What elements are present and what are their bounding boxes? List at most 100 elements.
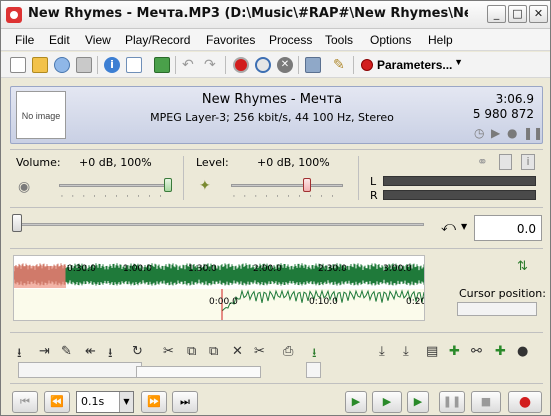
speed-select[interactable]: 0.1s ▼ — [76, 391, 134, 413]
record-dot-icon — [361, 59, 373, 71]
add-icon[interactable]: ✚ — [449, 344, 460, 359]
toolbar-separator — [97, 56, 98, 74]
volume-slider[interactable] — [59, 184, 171, 187]
open-folder-icon[interactable] — [32, 57, 48, 73]
loop-icon[interactable]: ⤺ — [441, 219, 456, 235]
menu-options[interactable]: Options — [370, 33, 411, 47]
refresh-icon[interactable]: ↻ — [132, 344, 143, 359]
trim-icon[interactable]: ✂ — [254, 344, 265, 359]
speaker-icon[interactable]: ◉ — [18, 179, 30, 195]
redo-icon[interactable]: ↷ — [204, 57, 220, 73]
waveform-view[interactable]: 0:30.0 1:00.0 1:30.0 2:00.0 2:30.0 3:00.0 0:0… — [13, 255, 425, 321]
menu-process[interactable]: Process — [269, 33, 312, 47]
close-button[interactable]: ✕ — [529, 5, 548, 23]
menu-favorites[interactable]: Favorites — [206, 33, 255, 47]
level-value: +0 dB, 100% — [257, 156, 330, 169]
cursor-position-field — [457, 302, 537, 316]
record-icon[interactable] — [233, 57, 249, 73]
split-icon[interactable]: ⤓ — [403, 344, 409, 359]
menu-play-record[interactable]: Play/Record — [125, 33, 190, 47]
divider — [10, 332, 543, 333]
toolbar-separator — [225, 56, 226, 74]
parameters-button[interactable]: Parameters... ▼ — [355, 55, 467, 75]
mixer-icon[interactable] — [499, 154, 512, 170]
main-window: New Rhymes - Мечта.MP3 (D:\Music\#RAP#\N… — [0, 0, 551, 416]
save-icon[interactable] — [76, 57, 92, 73]
mix-icon[interactable]: ⤓ — [379, 344, 385, 359]
position-slider[interactable] — [16, 223, 424, 226]
divider — [358, 156, 359, 200]
volume-value: +0 dB, 100% — [79, 156, 152, 169]
maximize-button[interactable]: □ — [508, 5, 527, 23]
zoom-ruler-label: 0:20 — [406, 297, 425, 307]
go-to-start-button[interactable]: ⏮ — [12, 391, 38, 413]
magic-wand-icon[interactable]: ✦ — [199, 178, 211, 194]
waveform-settings-icon[interactable]: ⇅ — [517, 259, 528, 274]
settings-icon[interactable] — [305, 57, 321, 73]
album-art[interactable]: No image — [16, 91, 66, 139]
volume-slider-thumb[interactable] — [164, 178, 172, 192]
print-icon[interactable]: ⎙ — [283, 344, 293, 359]
stop-icon[interactable]: ✕ — [277, 57, 293, 73]
cursor-position-label: Cursor position: — [459, 287, 546, 300]
record-point-icon[interactable]: ● — [517, 344, 528, 359]
app-icon[interactable] — [6, 7, 22, 23]
position-slider-thumb[interactable] — [12, 214, 22, 232]
go-to-mark-icon[interactable]: ⇥ — [39, 344, 50, 359]
track-samples: 5 980 872 — [472, 107, 534, 121]
overview-ruler-label: 1:00.0 — [123, 264, 152, 274]
waveform-svg[interactable]: 0:30.0 1:00.0 1:30.0 2:00.0 2:30.0 3:00.0 0:0… — [14, 256, 425, 321]
stop-button[interactable]: ■ — [471, 391, 501, 413]
rewind-button[interactable]: ⏪ — [44, 391, 70, 413]
timer-icon[interactable] — [255, 57, 271, 73]
menu-file[interactable]: File — [15, 33, 34, 47]
info-icon[interactable]: i — [104, 57, 120, 73]
menu-tools[interactable]: Tools — [325, 33, 353, 47]
convert-icon[interactable] — [154, 57, 170, 73]
copy-icon[interactable]: ⧉ — [187, 344, 196, 359]
chevron-down-icon[interactable]: ▼ — [119, 392, 133, 412]
undo-icon[interactable]: ↶ — [182, 57, 198, 73]
mark-tool-icon[interactable]: ✎ — [61, 344, 72, 359]
minimize-button[interactable]: _ — [487, 5, 506, 23]
export-icon[interactable]: ▤ — [426, 344, 438, 359]
pause-icon[interactable]: ❚❚ — [523, 126, 543, 140]
binoculars-icon[interactable]: ⚯ — [471, 344, 482, 359]
fast-forward-button[interactable]: ⏩ — [141, 391, 167, 413]
record-button[interactable]: ● — [508, 391, 542, 413]
menu-help[interactable]: Help — [428, 33, 453, 47]
link-icon[interactable]: ⚭ — [477, 155, 488, 170]
open-url-icon[interactable] — [54, 57, 70, 73]
paste-icon[interactable]: ⧉ — [209, 344, 218, 359]
title-bar[interactable]: New Rhymes - Мечта.MP3 (D:\Music\#RAP#\N… — [1, 1, 550, 29]
menu-view[interactable]: View — [85, 33, 111, 47]
chevron-down-icon[interactable]: ▼ — [461, 222, 467, 231]
level-slider[interactable] — [231, 184, 343, 187]
divider — [10, 383, 543, 384]
notes-icon[interactable] — [126, 57, 142, 73]
toolbar-separator — [353, 56, 354, 74]
delete-icon[interactable]: ✕ — [232, 344, 243, 359]
go-to-end-button[interactable]: ⏭ — [172, 391, 198, 413]
play-loop-button[interactable]: ▶ — [407, 391, 429, 413]
add-icon[interactable]: ✚ — [495, 344, 506, 359]
divider — [183, 156, 184, 200]
clock-icon[interactable]: ◷ — [474, 126, 484, 140]
position-field[interactable]: 0.0 — [474, 215, 542, 241]
menu-edit[interactable]: Edit — [49, 33, 70, 47]
selection-start-field[interactable] — [18, 362, 142, 378]
info-icon[interactable]: i — [521, 154, 535, 170]
track-title: New Rhymes - Мечта — [201, 92, 343, 107]
cut-icon[interactable]: ✂ — [163, 344, 174, 359]
pause-button[interactable]: ❚❚ — [439, 391, 465, 413]
play-icon[interactable]: ▶ — [491, 126, 500, 140]
play-selection-button[interactable]: ▶ — [345, 391, 367, 413]
play-button[interactable]: ▶ — [372, 391, 402, 413]
tools-icon[interactable]: ✎ — [333, 57, 349, 73]
new-file-icon[interactable] — [10, 57, 26, 73]
marker-field[interactable] — [306, 362, 321, 378]
back-icon[interactable]: ↞ — [85, 344, 96, 359]
level-slider-thumb[interactable] — [303, 178, 311, 192]
selection-length-field[interactable] — [136, 366, 261, 378]
record-icon[interactable]: ● — [507, 126, 517, 140]
